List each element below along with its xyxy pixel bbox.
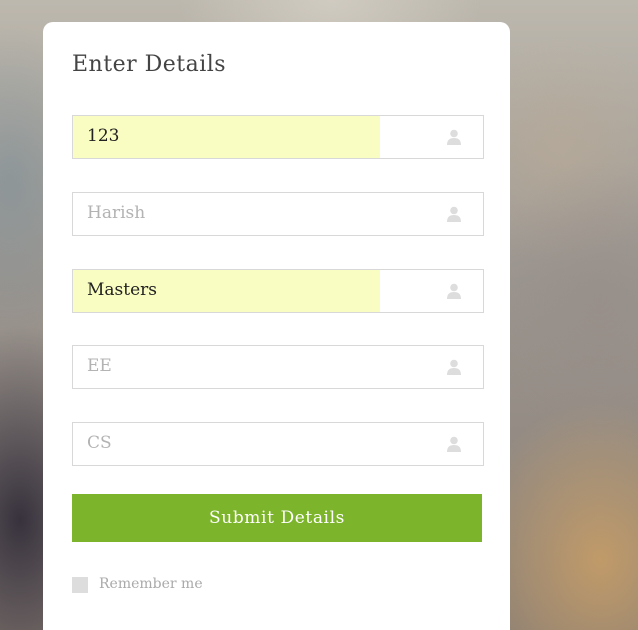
- field-5-placeholder[interactable]: CS: [87, 433, 112, 453]
- user-icon: [447, 436, 461, 452]
- field-1[interactable]: 123: [72, 115, 484, 159]
- user-icon: [447, 129, 461, 145]
- field-1-value[interactable]: 123: [87, 126, 119, 146]
- remember-me-checkbox[interactable]: [72, 577, 88, 593]
- form-title: Enter Details: [72, 52, 227, 77]
- field-4-placeholder[interactable]: EE: [87, 356, 112, 376]
- submit-details-button[interactable]: Submit Details: [72, 494, 482, 542]
- field-4[interactable]: EE: [72, 345, 484, 389]
- user-icon: [447, 206, 461, 222]
- user-icon: [447, 283, 461, 299]
- remember-me-label[interactable]: Remember me: [99, 576, 203, 592]
- details-card: Enter Details 123 Harish Masters EE CS S…: [43, 22, 510, 630]
- field-2[interactable]: Harish: [72, 192, 484, 236]
- field-5[interactable]: CS: [72, 422, 484, 466]
- user-icon: [447, 359, 461, 375]
- field-2-placeholder[interactable]: Harish: [87, 203, 145, 223]
- field-3[interactable]: Masters: [72, 269, 484, 313]
- field-3-value[interactable]: Masters: [87, 280, 157, 300]
